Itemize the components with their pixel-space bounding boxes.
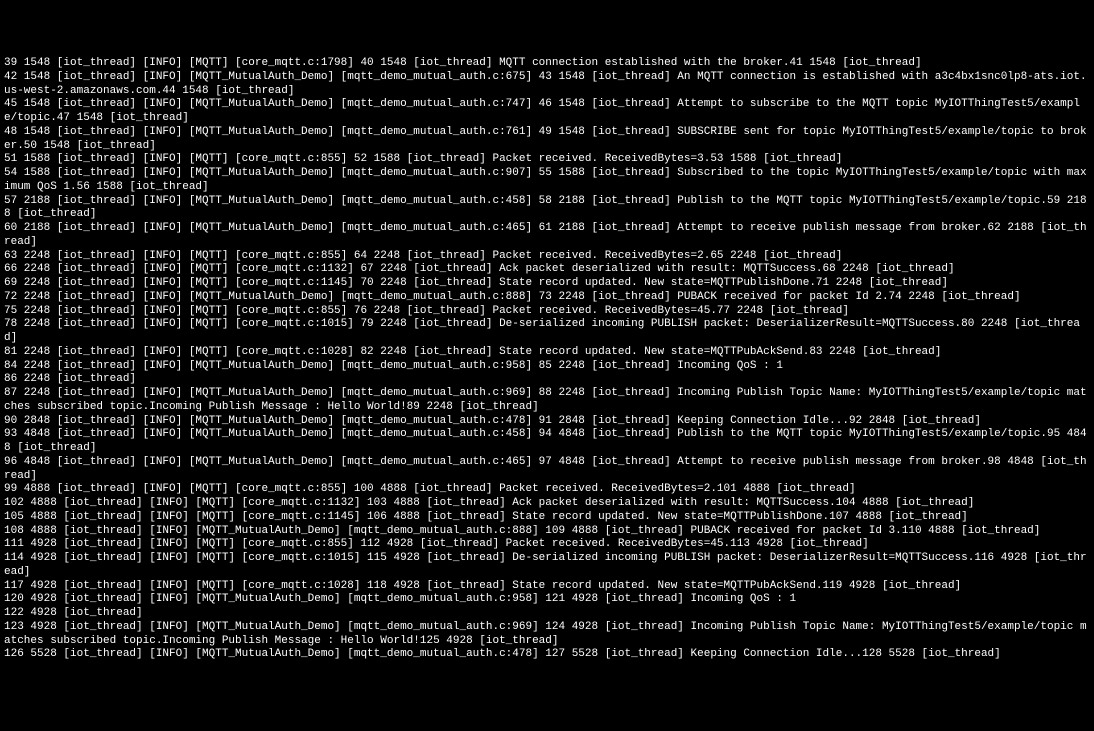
log-line: 48 1548 [iot_thread] [INFO] [MQTT_Mutual…	[4, 126, 1087, 152]
log-line: 84 2248 [iot_thread] [INFO] [MQTT_Mutual…	[4, 360, 783, 372]
log-line: 117 4928 [iot_thread] [INFO] [MQTT] [cor…	[4, 580, 961, 592]
log-line: 122 4928 [iot_thread]	[4, 607, 143, 619]
log-line: 111 4928 [iot_thread] [INFO] [MQTT] [cor…	[4, 538, 869, 550]
log-line: 123 4928 [iot_thread] [INFO] [MQTT_Mutua…	[4, 621, 1087, 647]
log-line: 87 2248 [iot_thread] [INFO] [MQTT_Mutual…	[4, 387, 1087, 413]
log-line: 75 2248 [iot_thread] [INFO] [MQTT] [core…	[4, 305, 849, 317]
log-line: 72 2248 [iot_thread] [INFO] [MQTT_Mutual…	[4, 291, 1021, 303]
log-line: 96 4848 [iot_thread] [INFO] [MQTT_Mutual…	[4, 456, 1087, 482]
log-line: 39 1548 [iot_thread] [INFO] [MQTT] [core…	[4, 57, 922, 69]
log-line: 99 4888 [iot_thread] [INFO] [MQTT] [core…	[4, 483, 856, 495]
log-line: 51 1588 [iot_thread] [INFO] [MQTT] [core…	[4, 153, 842, 165]
log-line: 69 2248 [iot_thread] [INFO] [MQTT] [core…	[4, 277, 948, 289]
log-line: 105 4888 [iot_thread] [INFO] [MQTT] [cor…	[4, 511, 968, 523]
log-line: 42 1548 [iot_thread] [INFO] [MQTT_Mutual…	[4, 71, 1087, 97]
log-line: 54 1588 [iot_thread] [INFO] [MQTT_Mutual…	[4, 167, 1087, 193]
log-line: 78 2248 [iot_thread] [INFO] [MQTT] [core…	[4, 318, 1080, 344]
terminal-output[interactable]: 39 1548 [iot_thread] [INFO] [MQTT] [core…	[4, 57, 1090, 662]
log-line: 60 2188 [iot_thread] [INFO] [MQTT_Mutual…	[4, 222, 1087, 248]
log-line: 81 2248 [iot_thread] [INFO] [MQTT] [core…	[4, 346, 941, 358]
log-line: 57 2188 [iot_thread] [INFO] [MQTT_Mutual…	[4, 195, 1087, 221]
log-line: 66 2248 [iot_thread] [INFO] [MQTT] [core…	[4, 263, 955, 275]
log-line: 114 4928 [iot_thread] [INFO] [MQTT] [cor…	[4, 552, 1087, 578]
log-line: 120 4928 [iot_thread] [INFO] [MQTT_Mutua…	[4, 593, 796, 605]
log-line: 45 1548 [iot_thread] [INFO] [MQTT_Mutual…	[4, 98, 1080, 124]
log-line: 93 4848 [iot_thread] [INFO] [MQTT_Mutual…	[4, 428, 1087, 454]
log-line: 90 2848 [iot_thread] [INFO] [MQTT_Mutual…	[4, 415, 981, 427]
log-line: 86 2248 [iot_thread]	[4, 373, 136, 385]
log-line: 102 4888 [iot_thread] [INFO] [MQTT] [cor…	[4, 497, 974, 509]
log-line: 108 4888 [iot_thread] [INFO] [MQTT_Mutua…	[4, 525, 1040, 537]
log-line: 63 2248 [iot_thread] [INFO] [MQTT] [core…	[4, 250, 842, 262]
log-line: 126 5528 [iot_thread] [INFO] [MQTT_Mutua…	[4, 648, 1001, 660]
